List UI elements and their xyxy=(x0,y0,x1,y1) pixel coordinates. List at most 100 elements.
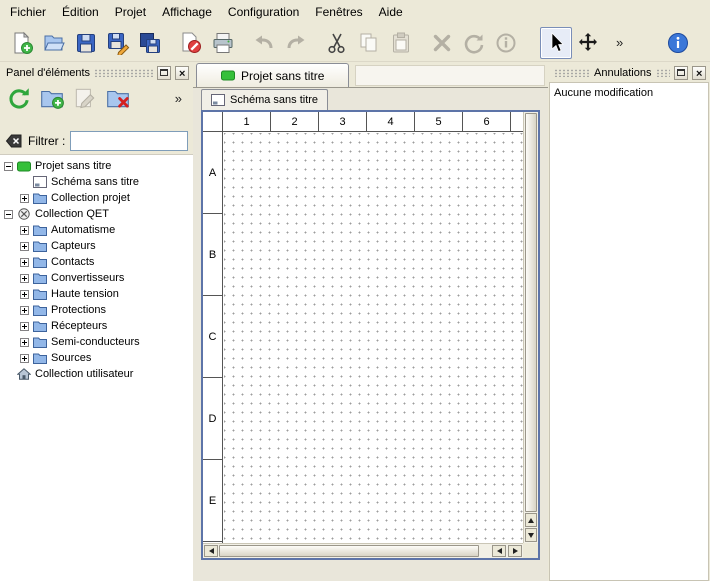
scroll-left-button-end[interactable] xyxy=(492,545,506,557)
float-panel-button[interactable] xyxy=(674,66,688,80)
expand-expander-icon[interactable] xyxy=(20,338,29,347)
edit-element-button[interactable] xyxy=(70,83,100,113)
expand-expander-icon[interactable] xyxy=(20,226,29,235)
tree-item-schema[interactable]: Schéma sans titre xyxy=(0,174,193,190)
tree-item-label: Protections xyxy=(51,304,106,316)
expand-expander-icon[interactable] xyxy=(20,322,29,331)
menu-aide[interactable]: Aide xyxy=(371,0,411,24)
menu-configuration[interactable]: Configuration xyxy=(220,0,307,24)
expand-expander-icon[interactable] xyxy=(20,242,29,251)
tree-item-label: Convertisseurs xyxy=(51,272,124,284)
expand-expander-icon[interactable] xyxy=(20,258,29,267)
expand-expander-icon[interactable] xyxy=(20,290,29,299)
new-element-button[interactable] xyxy=(37,83,67,113)
delete-element-button[interactable] xyxy=(103,83,133,113)
menu-projet[interactable]: Projet xyxy=(107,0,154,24)
panel-toolbar-overflow-chevron[interactable]: » xyxy=(172,91,185,106)
tree-item-collection-utilisateur[interactable]: Collection utilisateur xyxy=(0,366,193,382)
filter-input[interactable] xyxy=(70,131,188,151)
delete-element-icon xyxy=(105,85,131,111)
horizontal-scrollbar-thumb[interactable] xyxy=(219,545,479,557)
scrollbar-track[interactable] xyxy=(479,544,491,558)
undo-button[interactable] xyxy=(248,27,280,59)
tree-item-capteurs[interactable]: Capteurs xyxy=(0,238,193,254)
scroll-down-button[interactable] xyxy=(525,528,537,542)
expand-expander-icon[interactable] xyxy=(20,354,29,363)
column-header: 3 xyxy=(319,112,367,131)
schema-viewport[interactable]: 1 2 3 4 5 6 A B C D E xyxy=(203,112,523,543)
copy-button[interactable] xyxy=(353,27,385,59)
tree-item-project[interactable]: Projet sans titre xyxy=(0,158,193,174)
expand-expander-icon[interactable] xyxy=(20,274,29,283)
tree-item-contacts[interactable]: Contacts xyxy=(0,254,193,270)
print-button[interactable] xyxy=(207,27,239,59)
tree-item-collection-projet[interactable]: Collection projet xyxy=(0,190,193,206)
reload-icon xyxy=(6,85,32,111)
delete-button[interactable] xyxy=(426,27,458,59)
open-project-button[interactable] xyxy=(38,27,70,59)
tree-item-automatisme[interactable]: Automatisme xyxy=(0,222,193,238)
panel-title: Annulations xyxy=(594,67,652,79)
scroll-up-button[interactable] xyxy=(525,513,537,527)
save-as-button[interactable] xyxy=(102,27,134,59)
save-all-button[interactable] xyxy=(134,27,166,59)
tree-item-recepteurs[interactable]: Récepteurs xyxy=(0,318,193,334)
tree-item-semi-conducteurs[interactable]: Semi-conducteurs xyxy=(0,334,193,350)
expand-expander-icon[interactable] xyxy=(20,194,29,203)
tab-projet-sans-titre[interactable]: Projet sans titre xyxy=(196,63,349,87)
info-button[interactable] xyxy=(490,27,522,59)
move-tool-button[interactable] xyxy=(572,27,604,59)
close-panel-button[interactable] xyxy=(692,66,706,80)
close-panel-button[interactable] xyxy=(175,66,189,80)
menu-fenetres[interactable]: Fenêtres xyxy=(307,0,370,24)
tree-item-label: Collection projet xyxy=(51,192,130,204)
vertical-scrollbar[interactable] xyxy=(523,112,538,543)
save-button[interactable] xyxy=(70,27,102,59)
help-button[interactable] xyxy=(662,27,694,59)
tree-item-convertisseurs[interactable]: Convertisseurs xyxy=(0,270,193,286)
clear-filter-button[interactable] xyxy=(5,132,23,150)
tree-item-collection-qet[interactable]: Collection QET xyxy=(0,206,193,222)
folder-icon xyxy=(33,304,47,316)
pointer-tool-button[interactable] xyxy=(540,27,572,59)
paste-button[interactable] xyxy=(385,27,417,59)
copy-icon xyxy=(357,31,381,55)
schema-grid-canvas[interactable] xyxy=(224,133,523,543)
redo-button[interactable] xyxy=(280,27,312,59)
close-project-button[interactable] xyxy=(175,27,207,59)
expand-expander-icon[interactable] xyxy=(20,306,29,315)
tree-item-protections[interactable]: Protections xyxy=(0,302,193,318)
undo-list-item[interactable]: Aucune modification xyxy=(554,86,704,100)
column-header: 4 xyxy=(367,112,415,131)
elements-panel-titlebar[interactable]: Panel d'éléments xyxy=(0,62,193,80)
tree-item-haute-tension[interactable]: Haute tension xyxy=(0,286,193,302)
reload-collections-button[interactable] xyxy=(4,83,34,113)
cut-button[interactable] xyxy=(321,27,353,59)
tree-item-label: Automatisme xyxy=(51,224,115,236)
menu-affichage[interactable]: Affichage xyxy=(154,0,220,24)
scroll-right-button[interactable] xyxy=(508,545,522,557)
menu-fichier[interactable]: Fichier xyxy=(2,0,54,24)
dock-handle[interactable] xyxy=(94,69,153,77)
float-panel-button[interactable] xyxy=(157,66,171,80)
collapse-expander-icon[interactable] xyxy=(4,162,13,171)
arrow-right-icon xyxy=(513,548,518,554)
new-document-button[interactable] xyxy=(6,27,38,59)
tree-item-sources[interactable]: Sources xyxy=(0,350,193,366)
project-icon xyxy=(221,70,235,81)
menu-edition[interactable]: Édition xyxy=(54,0,107,24)
dock-handle[interactable] xyxy=(656,69,671,77)
toolbar-overflow-chevron[interactable]: » xyxy=(613,35,626,50)
collapse-expander-icon[interactable] xyxy=(4,210,13,219)
vertical-scrollbar-thumb[interactable] xyxy=(525,113,537,512)
dock-handle[interactable] xyxy=(554,69,590,77)
tab-schema-sans-titre[interactable]: Schéma sans titre xyxy=(201,89,328,110)
workspace: Projet sans titre Schéma sans titre 1 2 … xyxy=(193,62,548,581)
rotate-button[interactable] xyxy=(458,27,490,59)
undo-panel-titlebar[interactable]: Annulations xyxy=(548,62,710,80)
arrow-up-icon xyxy=(528,518,534,523)
scroll-left-button[interactable] xyxy=(204,545,218,557)
schema-editor[interactable]: 1 2 3 4 5 6 A B C D E xyxy=(201,110,540,560)
print-icon xyxy=(211,31,235,55)
horizontal-scrollbar[interactable] xyxy=(203,543,523,558)
